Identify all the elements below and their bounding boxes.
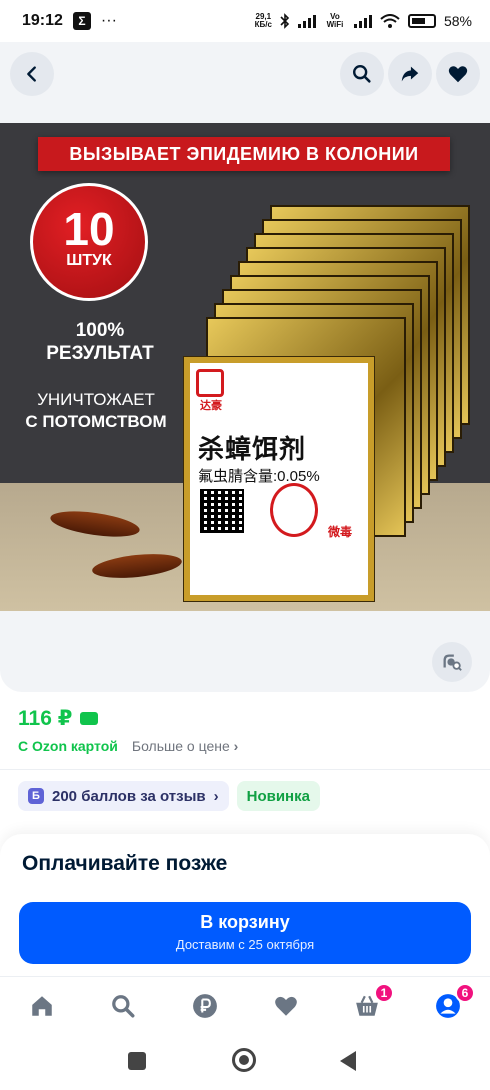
cart-badge: 1 xyxy=(374,983,394,1003)
recent-apps-button[interactable] xyxy=(128,1052,146,1070)
nav-search[interactable] xyxy=(108,991,138,1021)
share-icon xyxy=(401,66,419,82)
chevron-right-icon: › xyxy=(233,738,239,754)
brand-logo xyxy=(196,369,224,397)
battery-percent: 58% xyxy=(443,13,472,29)
nav-home[interactable] xyxy=(27,991,57,1021)
profile-badge: 6 xyxy=(455,983,475,1003)
more-about-price-link[interactable]: Больше о цене › xyxy=(132,738,238,754)
home-icon xyxy=(32,996,52,1016)
review-points-chip[interactable]: Б 200 баллов за отзыв › xyxy=(18,781,229,811)
review-points-label: 200 баллов за отзыв xyxy=(52,787,206,805)
share-button[interactable] xyxy=(388,52,432,96)
ozon-card-icon xyxy=(80,712,99,725)
status-time: 19:12 xyxy=(22,12,63,29)
back-button[interactable] xyxy=(10,52,54,96)
nav-cart[interactable]: 1 xyxy=(352,983,394,1021)
heart-icon xyxy=(448,66,468,83)
search-button[interactable] xyxy=(340,52,384,96)
pack-micro: 微毒 xyxy=(328,525,353,539)
bottom-nav: 1 6 xyxy=(0,976,490,1034)
image-search-button[interactable] xyxy=(432,642,472,682)
price-value: 116 ₽ xyxy=(18,707,73,730)
qr-code xyxy=(200,489,244,533)
wifi-icon xyxy=(380,13,400,28)
signal-icon xyxy=(297,14,316,28)
bluetooth-icon xyxy=(280,13,290,29)
new-badge: Новинка xyxy=(236,781,320,811)
price-details: С Ozon картой Больше о цене › xyxy=(18,738,238,754)
image-banner: ВЫЗЫВАЕТ ЭПИДЕМИЮ В КОЛОНИИ xyxy=(38,137,450,171)
back-system-button[interactable] xyxy=(340,1051,356,1071)
points-icon: Б xyxy=(28,788,44,804)
image-search-icon xyxy=(443,654,462,671)
chips-row: Б 200 баллов за отзыв › Новинка xyxy=(18,781,320,811)
battery-icon xyxy=(407,14,436,28)
front-packet: 达豪 杀蟑饵剂 氟虫腈含量:0.05% 微毒 xyxy=(183,356,375,602)
ozon-card-label: С Ozon картой xyxy=(18,738,118,754)
search-icon xyxy=(353,65,371,83)
nav-profile[interactable]: 6 xyxy=(433,983,475,1021)
nav-finance[interactable] xyxy=(190,991,220,1021)
count-badge: 10 ШТУК xyxy=(30,183,148,301)
pack-title: 杀蟑饵剂 xyxy=(198,434,307,464)
home-system-button[interactable] xyxy=(232,1048,256,1072)
add-to-cart-button[interactable]: В корзину Доставим с 25 октября xyxy=(19,902,471,964)
nav-favorites[interactable] xyxy=(271,991,301,1021)
divider xyxy=(0,769,490,770)
pack-subtitle: 氟虫腈含量:0.05% xyxy=(198,468,320,485)
delivery-date: Доставим с 25 октября xyxy=(175,937,315,952)
roach-emblem xyxy=(270,483,318,537)
favorite-button[interactable] xyxy=(436,52,480,96)
pay-later-title: Оплачивайте позже xyxy=(22,852,228,875)
pack-brand: 达豪 xyxy=(200,400,222,412)
product-image[interactable]: ВЫЗЫВАЕТ ЭПИДЕМИЮ В КОЛОНИИ 10 ШТУК 100%… xyxy=(0,123,490,611)
kill-text: УНИЧТОЖАЕТ С ПОТОМСТВОМ xyxy=(25,390,167,431)
net-speed: 29,1 КБ/с xyxy=(254,12,272,29)
back-icon xyxy=(27,66,36,82)
system-nav-bar xyxy=(0,1034,490,1090)
ruble-icon xyxy=(193,994,217,1018)
search-icon xyxy=(112,995,135,1018)
status-bar: 19:12 Σ ··· 29,1 КБ/с Vo WiFi 58% xyxy=(0,0,490,42)
chevron-right-icon: › xyxy=(213,787,219,805)
heart-icon xyxy=(275,996,297,1016)
vowifi-label: Vo WiFi xyxy=(326,12,344,29)
price: 116 ₽ xyxy=(18,706,99,731)
signal-icon-2 xyxy=(353,14,372,28)
app-notification-icon: Σ xyxy=(72,12,91,30)
add-to-cart-label: В корзину xyxy=(200,912,290,932)
more-notifications-icon: ··· xyxy=(100,12,117,29)
result-text: 100% РЕЗУЛЬТАТ xyxy=(46,320,154,364)
